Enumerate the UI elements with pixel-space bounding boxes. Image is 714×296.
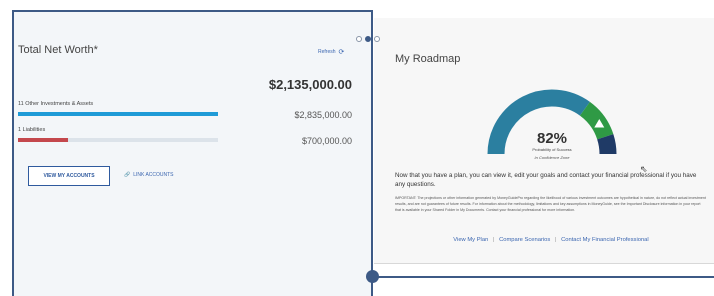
carousel-accent-line <box>374 276 714 278</box>
roadmap-links: View My Plan | Compare Scenarios | Conta… <box>395 237 707 243</box>
roadmap-message: Now that you have a plan, you can view i… <box>395 172 697 188</box>
important-disclosure: IMPORTANT: The projections or other info… <box>395 196 706 212</box>
refresh-label: Refresh <box>318 49 336 55</box>
liabilities-bar-fill <box>18 138 68 142</box>
assets-bar <box>18 112 218 116</box>
refresh-button[interactable]: Refresh ⟳ <box>318 48 344 56</box>
view-my-accounts-button[interactable]: VIEW MY ACCOUNTS <box>28 166 110 186</box>
link-separator: | <box>554 237 557 243</box>
probability-caption: Probability of Success <box>532 147 572 152</box>
probability-percent: 82% <box>536 130 568 147</box>
confidence-zone-label: In Confidence Zone <box>534 155 570 160</box>
carousel-pager <box>356 36 380 42</box>
net-worth-title: Total Net Worth* <box>18 44 98 56</box>
link-icon: 🔗 <box>124 172 131 178</box>
carousel-drag-handle[interactable] <box>366 270 379 283</box>
compare-scenarios-link[interactable]: Compare Scenarios <box>499 237 550 243</box>
roadmap-title: My Roadmap <box>395 53 461 65</box>
link-accounts-label: LINK ACCOUNTS <box>133 172 174 178</box>
liabilities-value: $700,000.00 <box>301 136 352 146</box>
link-separator: | <box>492 237 495 243</box>
liabilities-label: 1 Liabilities <box>18 127 46 133</box>
pager-dot-3[interactable] <box>374 36 380 42</box>
view-my-plan-link[interactable]: View My Plan <box>453 237 488 243</box>
gauge-arc-top-zone <box>597 134 617 155</box>
liabilities-bar <box>18 138 218 142</box>
contact-professional-link[interactable]: Contact My Financial Professional <box>561 237 649 243</box>
assets-value: $2,835,000.00 <box>294 110 352 120</box>
net-worth-total: $2,135,000.00 <box>268 77 352 92</box>
assets-bar-fill <box>18 112 218 116</box>
assets-label: 11 Other Investments & Assets <box>18 101 94 107</box>
refresh-icon: ⟳ <box>338 49 345 56</box>
pager-dot-1[interactable] <box>356 36 362 42</box>
pager-dot-2[interactable] <box>365 36 371 42</box>
link-accounts-link[interactable]: 🔗 LINK ACCOUNTS <box>124 172 174 178</box>
